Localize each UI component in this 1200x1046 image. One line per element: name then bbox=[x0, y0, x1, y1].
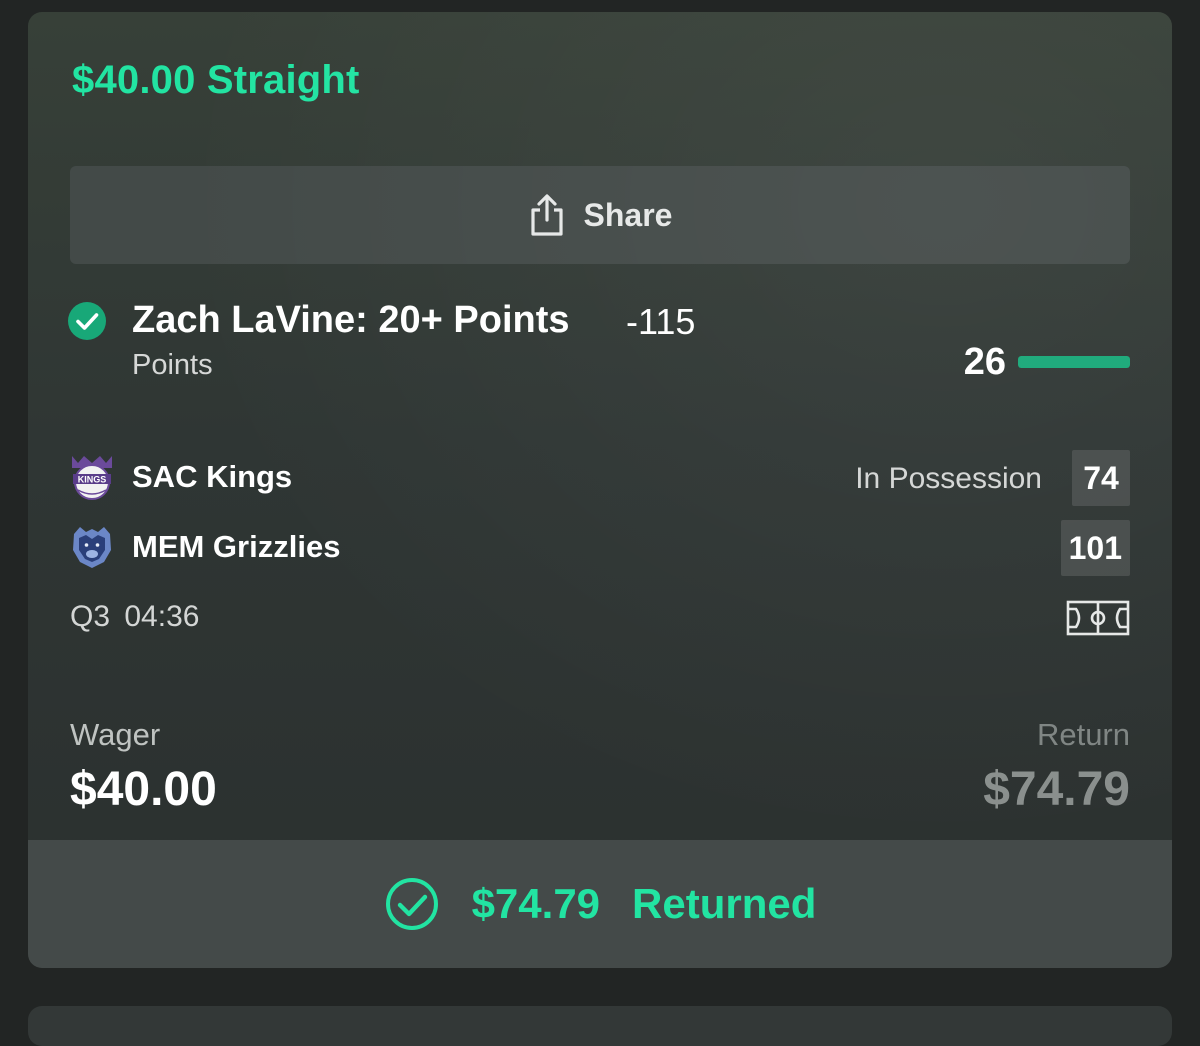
team-name: MEM Grizzlies bbox=[132, 529, 341, 564]
return-label: Return bbox=[1036, 717, 1130, 752]
wager-label: Wager bbox=[70, 717, 161, 752]
team-score: 74 bbox=[1072, 450, 1130, 506]
grizzlies-logo-icon bbox=[73, 527, 111, 568]
stat-value: 26 bbox=[963, 341, 1006, 383]
team-score: 101 bbox=[1060, 520, 1130, 576]
kings-logo-icon: KINGS bbox=[72, 456, 112, 500]
returned-banner: $74.79 Returned bbox=[28, 840, 1172, 968]
share-button[interactable]: Share bbox=[70, 166, 1130, 264]
share-button-label: Share bbox=[583, 196, 673, 233]
returned-label: Returned bbox=[632, 880, 817, 927]
progress-bar bbox=[1018, 356, 1130, 368]
team-row-away: MEM Grizzlies 101 bbox=[70, 520, 1130, 576]
court-icon[interactable] bbox=[1066, 598, 1130, 638]
selection-market: Points bbox=[132, 349, 213, 381]
selection-name: Zach LaVine: 20+ Points bbox=[132, 299, 570, 341]
bet-card: $40.00 Straight Share Zach LaVine: 20+ P… bbox=[28, 12, 1172, 968]
game-period: Q3 bbox=[70, 600, 111, 633]
possession-indicator: In Possession bbox=[855, 462, 1042, 495]
team-row-home: KINGS SAC Kings In Possession 74 bbox=[70, 450, 1130, 506]
check-circle-icon bbox=[68, 302, 106, 340]
return-value: $74.79 bbox=[983, 763, 1130, 816]
wager-value: $40.00 bbox=[70, 763, 217, 816]
selection-odds: -115 bbox=[626, 301, 696, 342]
bet-title: $40.00 Straight bbox=[72, 58, 360, 102]
game-clock: Q3 04:36 bbox=[70, 600, 199, 633]
returned-amount: $74.79 bbox=[471, 880, 601, 927]
svg-text:KINGS: KINGS bbox=[78, 475, 107, 485]
progress-bar-fill bbox=[1018, 356, 1130, 368]
game-time: 04:36 bbox=[124, 600, 200, 633]
team-name: SAC Kings bbox=[132, 459, 293, 494]
next-bet-card bbox=[28, 1006, 1172, 1046]
share-icon bbox=[530, 194, 563, 236]
check-circle-icon bbox=[385, 878, 438, 930]
